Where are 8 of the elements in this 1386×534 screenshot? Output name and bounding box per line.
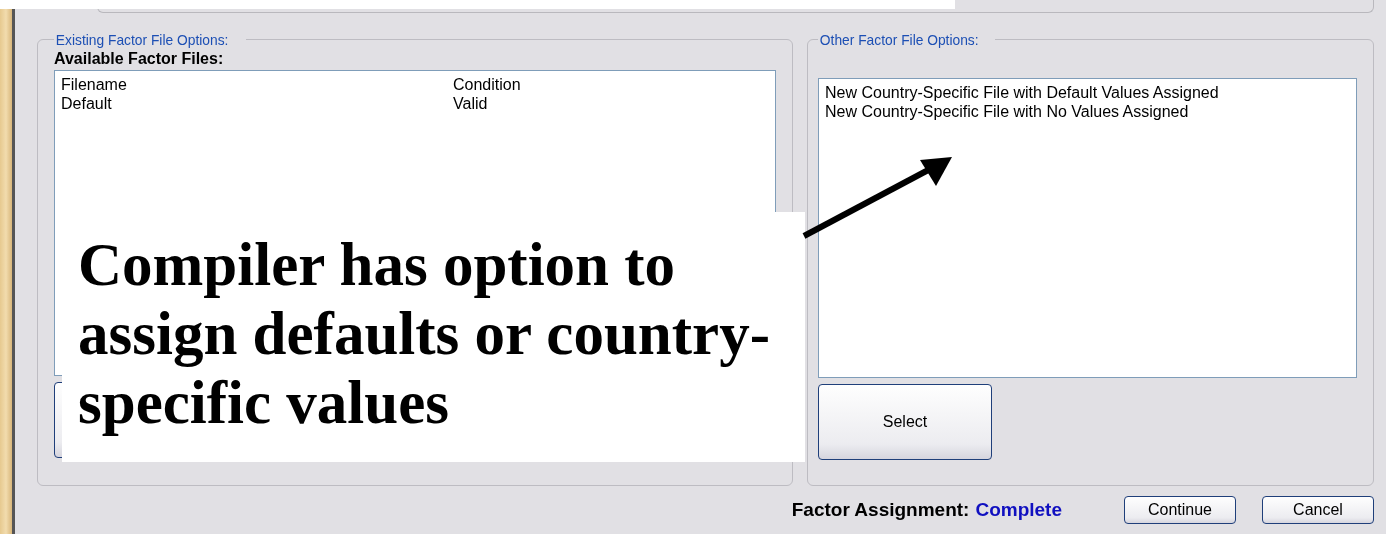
group-legend: Other Factor File Options: [818, 31, 981, 48]
annotation-tooltip: Compiler has option to assign defaults or country-specific values [62, 212, 805, 462]
list-cell: Valid [453, 94, 488, 113]
list-heading: Available Factor Files: [54, 50, 225, 68]
status-label: Factor Assignment: [791, 499, 970, 521]
status-value: Complete [975, 499, 1062, 521]
list-cell-text: Default [61, 94, 113, 113]
group-legend: Existing Factor File Options: [54, 31, 231, 48]
